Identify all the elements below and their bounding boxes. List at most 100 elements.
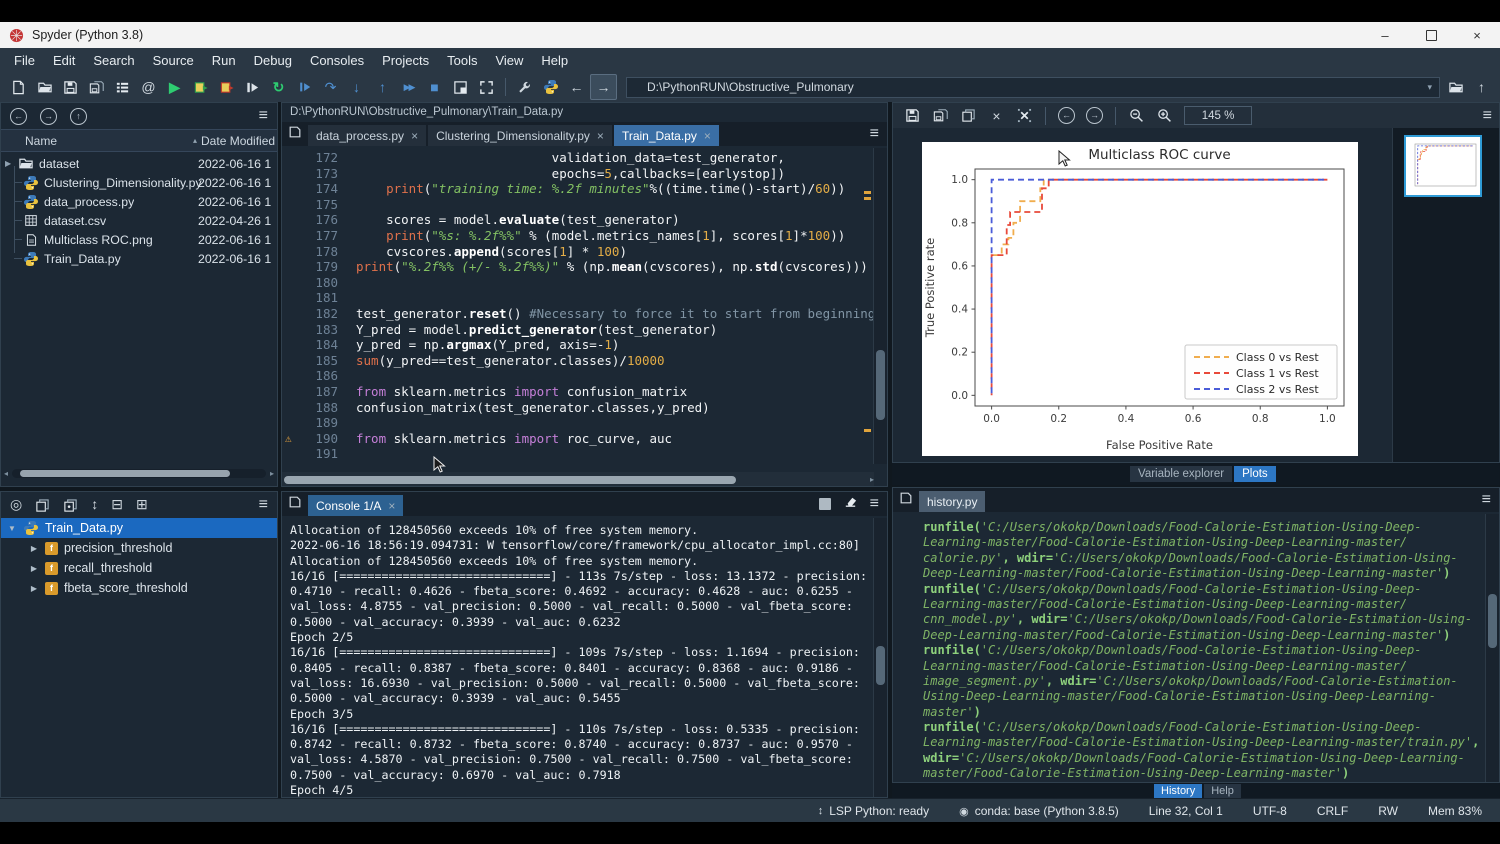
restart-icon[interactable]: ↻ [273, 80, 285, 94]
run-cell-icon[interactable] [193, 80, 209, 95]
save-icon[interactable] [63, 80, 78, 95]
arrow-up-icon[interactable]: ↑ [1478, 80, 1485, 94]
rerun-cell-icon[interactable] [219, 80, 235, 95]
close-tab-icon[interactable]: × [597, 129, 604, 143]
files-scroll-thumb[interactable] [20, 470, 230, 477]
expand-icon[interactable]: ▼ [7, 524, 17, 533]
outline-item-train-data-py[interactable]: ▼Train_Data.py [1, 518, 277, 538]
at-icon[interactable]: @ [141, 80, 155, 94]
folder-icon[interactable] [1448, 80, 1464, 95]
menu-projects[interactable]: Projects [373, 53, 438, 68]
file-row[interactable]: Multiclass ROC.png2022-06-16 1 [1, 230, 277, 249]
circle-up-icon[interactable]: ↑ [70, 108, 87, 125]
previous-plot-button[interactable]: ← [1054, 104, 1079, 128]
console-options-menu-icon[interactable]: ≡ [870, 495, 879, 513]
outline-item-recall-threshold[interactable]: ▶frecall_threshold [1, 558, 277, 578]
arrow-left-icon[interactable]: ← [570, 80, 584, 94]
history-log[interactable]: runfile('C:/Users/okokp/Downloads/Food-C… [893, 514, 1486, 782]
outline-clone-button[interactable] [63, 498, 78, 513]
collapse-icon[interactable]: ⊟ [111, 496, 123, 512]
circle-right-icon[interactable]: → [1086, 107, 1103, 124]
menu-source[interactable]: Source [144, 53, 203, 68]
expand-icon[interactable]: ▶ [1, 159, 18, 168]
step-over-button[interactable]: ↷ [318, 75, 343, 99]
tab-history[interactable]: History [1154, 784, 1202, 798]
plots-options-menu-icon[interactable]: ≡ [1483, 107, 1492, 125]
copy-icon[interactable] [961, 108, 976, 123]
step-return-button[interactable]: ↑ [370, 75, 395, 99]
close-tab-icon[interactable]: × [704, 129, 711, 143]
outline-sort-button[interactable]: ↕ [91, 496, 98, 514]
continue-icon[interactable]: ▶▶ [404, 83, 414, 92]
forward-button[interactable]: → [590, 74, 617, 100]
files-previous-button[interactable]: ← [10, 108, 27, 125]
circle-left-icon[interactable]: ← [1058, 107, 1075, 124]
save-icon[interactable] [905, 108, 920, 123]
editor-options-menu-icon[interactable]: ≡ [870, 125, 879, 143]
find-symbols-button[interactable]: @ [136, 75, 161, 99]
history-options-menu-icon[interactable]: ≡ [1482, 491, 1491, 509]
folder-icon[interactable] [37, 80, 53, 95]
outline-copy-button[interactable] [35, 498, 50, 513]
menu-help[interactable]: Help [532, 53, 577, 68]
expand-icon[interactable]: ▶ [29, 544, 39, 553]
code-editor[interactable]: 172 validation_data=test_generator,173 e… [282, 148, 874, 464]
editor-vertical-scrollbar[interactable] [873, 148, 887, 464]
zoom-out-button[interactable] [1124, 104, 1149, 128]
column-name[interactable]: Name [1, 134, 193, 148]
menu-consoles[interactable]: Consoles [301, 53, 373, 68]
preferences-button[interactable] [512, 75, 537, 99]
copy-plus-icon[interactable] [63, 498, 78, 513]
editor-vscroll-thumb[interactable] [876, 350, 885, 420]
fullscreen-button[interactable] [474, 75, 499, 99]
step-over-icon[interactable]: ↷ [325, 80, 337, 94]
save-all-button[interactable] [84, 75, 109, 99]
menu-view[interactable]: View [486, 53, 532, 68]
plot-thumbnail-selected[interactable] [1404, 135, 1482, 197]
menu-edit[interactable]: Edit [44, 53, 84, 68]
tab-console-1a[interactable]: Console 1/A × [308, 495, 403, 516]
wrench-icon[interactable] [517, 80, 532, 95]
tab-plots[interactable]: Plots [1234, 466, 1276, 482]
open-file-button[interactable] [32, 75, 57, 99]
parent-directory-button[interactable]: ↑ [1469, 75, 1494, 99]
save-all-icon[interactable] [933, 108, 949, 123]
close-all-icon[interactable] [1017, 108, 1032, 123]
files-options-menu-icon[interactable]: ≡ [259, 107, 268, 125]
cwd-dropdown-icon[interactable]: ▾ [1427, 82, 1432, 93]
step-into-icon[interactable]: ↓ [353, 80, 360, 94]
save-button[interactable] [58, 75, 83, 99]
files-parent-button[interactable]: ↑ [70, 108, 87, 125]
files-next-button[interactable]: → [40, 108, 57, 125]
stop-debug-button[interactable]: ■ [422, 75, 447, 99]
outline-collapse-all-button[interactable]: ⊟ [111, 496, 123, 514]
run-cell-button[interactable] [188, 75, 213, 99]
circle-right-icon[interactable]: → [40, 108, 57, 125]
copy-plot-button[interactable] [956, 104, 981, 128]
zoom-out-icon[interactable] [1129, 108, 1144, 123]
outline-item-fbeta-score-threshold[interactable]: ▶ffbeta_score_threshold [1, 578, 277, 598]
save-plot-button[interactable] [900, 104, 925, 128]
tab-variable-explorer[interactable]: Variable explorer [1130, 466, 1232, 482]
history-vertical-scrollbar[interactable] [1485, 514, 1499, 782]
close-tab-icon[interactable]: × [411, 129, 418, 143]
files-horizontal-scrollbar[interactable]: ◂ ▸ [4, 467, 274, 480]
arrow-right-icon[interactable]: → [597, 80, 611, 94]
continue-button[interactable]: ▶▶ [396, 75, 421, 99]
copy-icon[interactable] [35, 498, 50, 513]
doc-icon[interactable] [11, 80, 26, 95]
file-switcher-button[interactable] [110, 75, 135, 99]
debug-icon[interactable] [298, 80, 312, 94]
maximize-icon[interactable] [453, 80, 468, 95]
tab-help[interactable]: Help [1204, 784, 1241, 798]
console-output[interactable]: Allocation of 128450560 exceeds 10% of f… [282, 518, 874, 797]
run-selection-icon[interactable] [245, 80, 260, 95]
save-all-icon[interactable] [89, 80, 105, 95]
editor-tab-data-process-py[interactable]: data_process.py× [308, 125, 426, 146]
run-file-button[interactable]: ▶ [162, 75, 187, 99]
editor-horizontal-scrollbar[interactable]: ▸ [282, 472, 874, 486]
next-plot-button[interactable]: → [1082, 104, 1107, 128]
step-into-button[interactable]: ↓ [344, 75, 369, 99]
browse-tabs-icon[interactable] [288, 125, 302, 144]
target-icon[interactable]: ◎ [10, 496, 22, 512]
